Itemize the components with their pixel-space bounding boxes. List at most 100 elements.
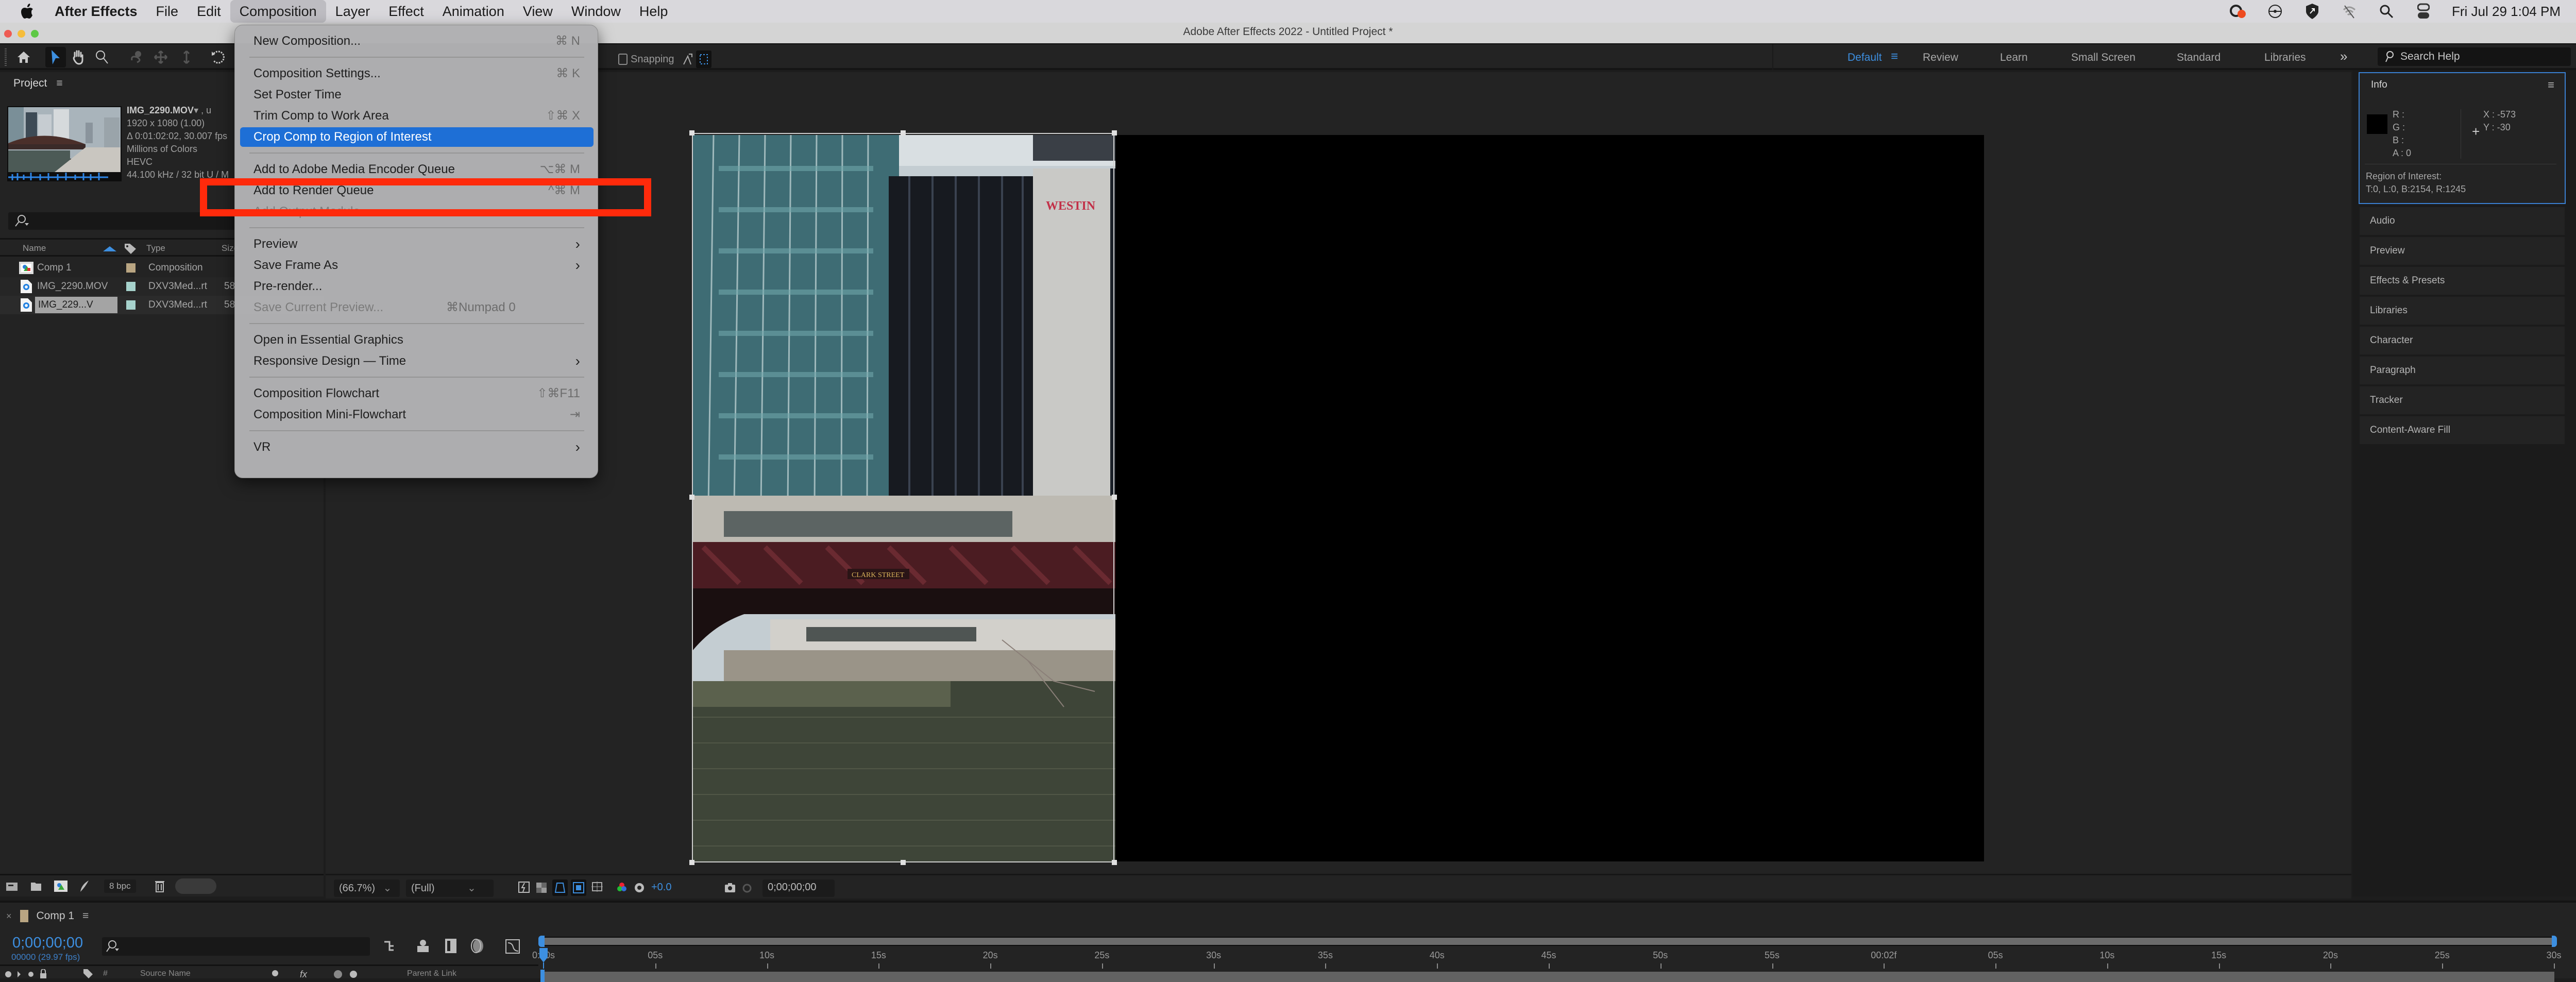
- roi-handle-top-right[interactable]: [1112, 130, 1117, 136]
- panel-character[interactable]: Character: [2360, 327, 2565, 354]
- zoom-tool[interactable]: [92, 47, 112, 67]
- panel-preview[interactable]: Preview: [2360, 237, 2565, 265]
- roi-handle-bottom[interactable]: [901, 860, 906, 865]
- magnification-dropdown[interactable]: (66.7%) ⌄: [334, 879, 400, 897]
- pan-camera-tool[interactable]: [150, 47, 171, 67]
- delete-trash-icon[interactable]: [155, 879, 165, 893]
- work-area-end-handle[interactable]: [2552, 936, 2557, 947]
- workspace-small-screen[interactable]: Small Screen: [2071, 52, 2136, 64]
- time-ruler[interactable]: 0:00s05s10s15s20s25s30s35s40s45s50s55s00…: [532, 935, 2562, 982]
- mask-visibility-icon[interactable]: [552, 879, 568, 896]
- label-color-swatch[interactable]: [126, 300, 135, 310]
- new-composition-icon[interactable]: [54, 879, 68, 893]
- dolly-camera-tool[interactable]: [176, 47, 197, 67]
- composition-mini-flowchart-icon[interactable]: [383, 939, 398, 954]
- playhead-current-time-indicator[interactable]: [538, 948, 549, 969]
- sort-ascending-icon[interactable]: [103, 246, 116, 252]
- menu-item-composition-flowchart[interactable]: Composition Flowchart ⇧⌘F11: [240, 384, 594, 403]
- roi-handle-left[interactable]: [689, 495, 694, 500]
- show-snapshot-icon[interactable]: [740, 879, 755, 896]
- menu-item-responsive-design-time[interactable]: Responsive Design — Time ›: [240, 351, 594, 371]
- menu-item-save-frame-as[interactable]: Save Frame As ›: [240, 256, 594, 275]
- motion-blur-icon[interactable]: [470, 938, 484, 954]
- exposure-value[interactable]: +0.0: [651, 882, 671, 893]
- menu-item-trim-comp-to-work-area[interactable]: Trim Comp to Work Area ⇧⌘ X: [240, 106, 594, 126]
- hand-tool[interactable]: [68, 47, 89, 67]
- menu-item-vr[interactable]: VR ›: [240, 437, 594, 457]
- roi-toggle-button[interactable]: [696, 50, 711, 68]
- wifi-off-icon[interactable]: [2341, 3, 2358, 20]
- panel-menu-icon[interactable]: ≡: [2548, 78, 2554, 92]
- menu-item-open-in-essential-graphics[interactable]: Open in Essential Graphics: [240, 330, 594, 350]
- workspace-standard[interactable]: Standard: [2177, 52, 2221, 64]
- control-center-icon[interactable]: [2415, 3, 2432, 20]
- grid-guides-icon[interactable]: [589, 879, 605, 896]
- timeline-current-time[interactable]: 0;00;00;00: [12, 935, 83, 952]
- channels-rgb-icon[interactable]: [614, 879, 630, 896]
- current-time-display[interactable]: 0;00;00;00: [762, 879, 835, 897]
- menu-window[interactable]: Window: [562, 0, 630, 23]
- menu-item-preview[interactable]: Preview ›: [240, 234, 594, 254]
- menubar-clock[interactable]: Fri Jul 29 1:04 PM: [2452, 4, 2561, 20]
- menu-app-name[interactable]: After Effects: [55, 0, 147, 23]
- draft-3d-icon[interactable]: [415, 939, 431, 954]
- new-folder-icon[interactable]: [30, 881, 42, 892]
- work-area-bar[interactable]: [543, 937, 2554, 946]
- workspace-learn[interactable]: Learn: [2000, 52, 2028, 64]
- menu-item-composition-mini-flowchart[interactable]: Composition Mini-Flowchart ⇥: [240, 405, 594, 425]
- close-tab-icon[interactable]: ×: [6, 911, 12, 922]
- panel-content-aware-fill[interactable]: Content-Aware Fill: [2360, 416, 2565, 444]
- label-tag-icon[interactable]: [124, 243, 137, 254]
- project-panel-title[interactable]: Project: [13, 77, 47, 90]
- spotlight-search-icon[interactable]: [2378, 3, 2395, 20]
- column-type[interactable]: Type: [146, 243, 165, 253]
- column-name[interactable]: Name: [23, 243, 46, 253]
- menu-file[interactable]: File: [147, 0, 188, 23]
- panel-libraries[interactable]: Libraries: [2360, 297, 2565, 325]
- label-color-swatch[interactable]: [126, 282, 135, 291]
- rotation-tool[interactable]: [208, 47, 229, 67]
- panel-audio[interactable]: Audio: [2360, 207, 2565, 235]
- snapshot-camera-icon[interactable]: [722, 879, 738, 896]
- transparency-grid-icon[interactable]: [534, 879, 549, 896]
- exposure-aperture-icon[interactable]: [632, 879, 647, 896]
- toolbar-grip-icon[interactable]: [2, 47, 9, 67]
- resolution-dropdown[interactable]: (Full) ⌄: [406, 879, 494, 897]
- workspace-libraries[interactable]: Libraries: [2264, 52, 2306, 64]
- orbit-camera-tool[interactable]: [127, 47, 147, 67]
- menu-item-crop-comp-to-region-of-interest[interactable]: Crop Comp to Region of Interest: [240, 127, 594, 147]
- work-area-start-handle[interactable]: [538, 936, 545, 947]
- menu-item-new-composition[interactable]: New Composition... ⌘ N: [240, 31, 594, 51]
- panel-paragraph[interactable]: Paragraph: [2360, 357, 2565, 384]
- creative-cloud-icon[interactable]: [2229, 3, 2247, 20]
- footage-name-suffix[interactable]: ▾ , u: [194, 105, 211, 115]
- roi-handle-bottom-right[interactable]: [1112, 860, 1117, 865]
- menu-edit[interactable]: Edit: [188, 0, 230, 23]
- network-radar-icon[interactable]: [2266, 3, 2284, 20]
- region-of-interest-box[interactable]: [689, 130, 1117, 865]
- panel-menu-icon[interactable]: ≡: [82, 910, 89, 922]
- bit-depth-button[interactable]: 8 bpc: [104, 879, 136, 893]
- panel-menu-icon[interactable]: ≡: [56, 77, 62, 90]
- project-settings-feather-icon[interactable]: [78, 879, 90, 893]
- project-item-name-editing[interactable]: IMG_229...V: [35, 297, 117, 313]
- snapping-checkbox[interactable]: [618, 54, 628, 65]
- region-of-interest-toggle-icon[interactable]: [571, 879, 586, 896]
- snap-feather-icon[interactable]: [682, 53, 693, 65]
- menu-effect[interactable]: Effect: [379, 0, 433, 23]
- frame-blending-icon[interactable]: [444, 938, 457, 954]
- search-help-input[interactable]: Search Help: [2378, 47, 2571, 66]
- panel-effects-presets[interactable]: Effects & Presets: [2360, 267, 2565, 295]
- workspace-menu-icon[interactable]: ≡: [1891, 49, 1898, 64]
- graph-editor-icon[interactable]: [505, 937, 520, 954]
- snapping-toggle[interactable]: Snapping: [618, 50, 711, 68]
- menu-item-composition-settings[interactable]: Composition Settings... ⌘ K: [240, 64, 594, 83]
- fast-previews-icon[interactable]: [516, 879, 532, 896]
- interpret-footage-icon[interactable]: [5, 881, 19, 893]
- workspace-overflow-button[interactable]: »: [2340, 48, 2347, 64]
- footage-name[interactable]: IMG_2290.MOV: [127, 105, 194, 115]
- label-color-swatch[interactable]: [126, 263, 135, 273]
- selection-tool[interactable]: [45, 47, 66, 67]
- roi-handle-top[interactable]: [901, 130, 906, 136]
- menu-item-add-to-adobe-media-encoder-queue[interactable]: Add to Adobe Media Encoder Queue ⌥⌘ M: [240, 160, 594, 179]
